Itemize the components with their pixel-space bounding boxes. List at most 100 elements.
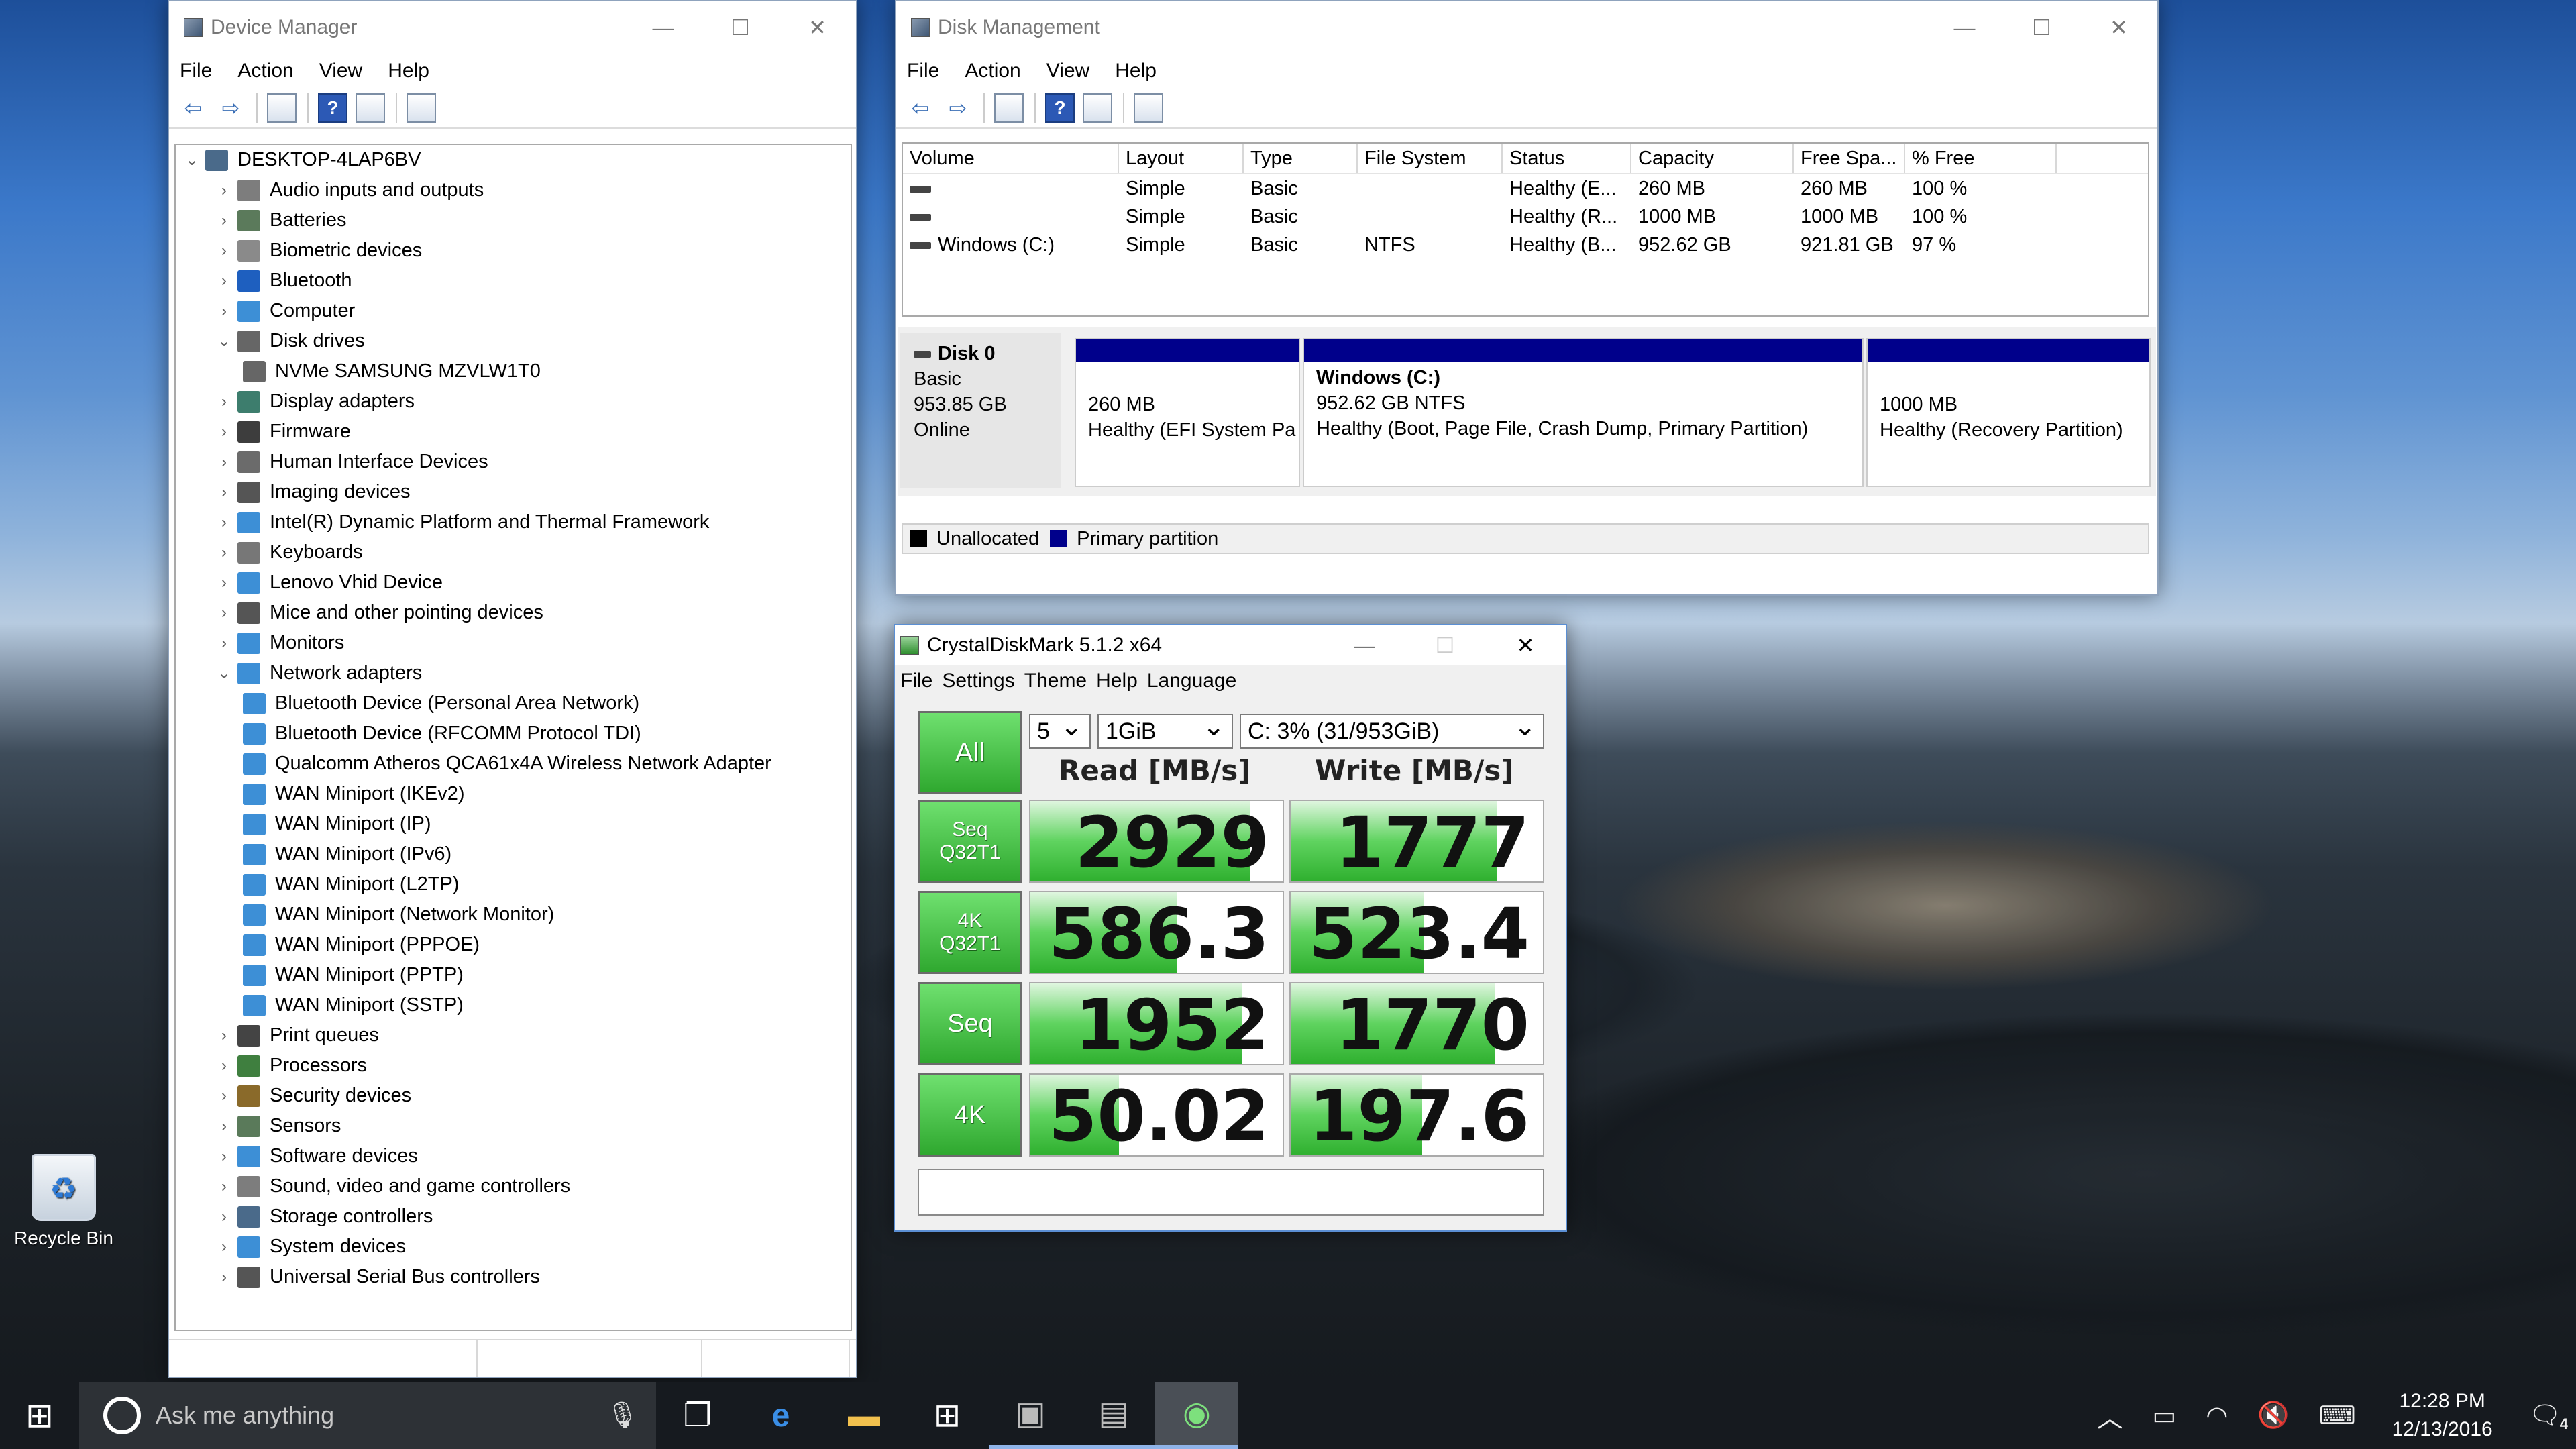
device-category[interactable]: ⌄ Network adapters bbox=[176, 658, 851, 688]
store-icon[interactable]: ⊞ bbox=[906, 1382, 989, 1449]
test-count-select[interactable]: 5 bbox=[1029, 711, 1091, 749]
disk-management-taskbar-icon[interactable]: ▤ bbox=[1072, 1382, 1155, 1449]
expand-icon[interactable]: › bbox=[211, 1057, 237, 1075]
microphone-icon[interactable]: 🎙 bbox=[606, 1401, 639, 1430]
expand-icon[interactable]: › bbox=[211, 241, 237, 260]
device-item[interactable]: WAN Miniport (SSTP) bbox=[176, 990, 851, 1020]
device-category[interactable]: › Keyboards bbox=[176, 537, 851, 568]
menu-file[interactable]: File bbox=[907, 60, 939, 83]
forward-arrow-icon[interactable]: ⇨ bbox=[943, 93, 973, 123]
column-file-system[interactable]: File System bbox=[1358, 144, 1503, 173]
device-item[interactable]: WAN Miniport (PPTP) bbox=[176, 960, 851, 990]
expand-icon[interactable]: › bbox=[211, 483, 237, 502]
volume-table[interactable]: Volume Layout Type File System Status Ca… bbox=[902, 142, 2149, 317]
device-tree[interactable]: ⌄ DESKTOP-4LAP6BV › Audio inputs and outp… bbox=[174, 144, 852, 1331]
column-free-space[interactable]: Free Spa... bbox=[1794, 144, 1905, 173]
column-percent-free[interactable]: % Free bbox=[1905, 144, 2057, 173]
device-category[interactable]: › Lenovo Vhid Device bbox=[176, 568, 851, 598]
test-button[interactable]: Seq bbox=[918, 982, 1022, 1065]
expand-icon[interactable]: › bbox=[211, 272, 237, 290]
scan-hardware-icon[interactable] bbox=[407, 93, 436, 123]
device-category[interactable]: › Biometric devices bbox=[176, 235, 851, 266]
device-category[interactable]: ⌄ Disk drives bbox=[176, 326, 851, 356]
menu-view[interactable]: View bbox=[319, 60, 362, 83]
close-button[interactable]: ✕ bbox=[2080, 1, 2157, 54]
device-category[interactable]: › Mice and other pointing devices bbox=[176, 598, 851, 628]
wifi-icon[interactable]: ◠ bbox=[2206, 1401, 2228, 1431]
menu-view[interactable]: View bbox=[1046, 60, 1089, 83]
touch-keyboard-icon[interactable]: ⌨ bbox=[2319, 1401, 2356, 1431]
expand-icon[interactable]: › bbox=[211, 1087, 237, 1106]
search-box[interactable]: Ask me anything 🎙 bbox=[79, 1382, 656, 1449]
expand-icon[interactable]: › bbox=[211, 453, 237, 472]
maximize-button[interactable]: ☐ bbox=[702, 1, 779, 54]
column-capacity[interactable]: Capacity bbox=[1631, 144, 1794, 173]
expand-icon[interactable]: › bbox=[211, 604, 237, 623]
expand-icon[interactable]: › bbox=[211, 423, 237, 441]
device-category[interactable]: › Computer bbox=[176, 296, 851, 326]
expand-icon[interactable]: › bbox=[211, 634, 237, 653]
device-category[interactable]: › Universal Serial Bus controllers bbox=[176, 1262, 851, 1292]
properties-icon[interactable] bbox=[1083, 93, 1112, 123]
menu-help[interactable]: Help bbox=[1115, 60, 1157, 83]
start-button[interactable]: ⊞ bbox=[0, 1382, 79, 1449]
partition-recovery[interactable]: 1000 MB Healthy (Recovery Partition) bbox=[1866, 338, 2151, 487]
device-category[interactable]: › Print queues bbox=[176, 1020, 851, 1051]
expand-icon[interactable]: › bbox=[211, 1026, 237, 1045]
test-size-select[interactable]: 1GiB bbox=[1097, 711, 1233, 749]
close-button[interactable]: ✕ bbox=[779, 1, 856, 54]
device-item[interactable]: Qualcomm Atheros QCA61x4A Wireless Netwo… bbox=[176, 749, 851, 779]
minimize-button[interactable]: — bbox=[1324, 625, 1405, 665]
menu-file[interactable]: File bbox=[180, 60, 212, 83]
column-layout[interactable]: Layout bbox=[1119, 144, 1244, 173]
device-category[interactable]: › Batteries bbox=[176, 205, 851, 235]
column-status[interactable]: Status bbox=[1503, 144, 1631, 173]
disk-management-titlebar[interactable]: Disk Management — ☐ ✕ bbox=[896, 1, 2157, 54]
show-hide-tree-icon[interactable] bbox=[267, 93, 297, 123]
maximize-button[interactable]: ☐ bbox=[2003, 1, 2080, 54]
expand-icon[interactable]: › bbox=[211, 392, 237, 411]
task-view-icon[interactable]: ❐ bbox=[656, 1382, 739, 1449]
expand-icon[interactable]: › bbox=[211, 1238, 237, 1256]
device-item[interactable]: Bluetooth Device (RFCOMM Protocol TDI) bbox=[176, 718, 851, 749]
device-manager-taskbar-icon[interactable]: ▣ bbox=[989, 1382, 1072, 1449]
expand-icon[interactable]: › bbox=[211, 543, 237, 562]
all-button[interactable]: All bbox=[918, 711, 1022, 794]
help-icon[interactable]: ? bbox=[318, 93, 347, 123]
disk-0-label[interactable]: Disk 0 Basic 953.85 GB Online bbox=[900, 333, 1061, 488]
expand-icon[interactable]: › bbox=[211, 1208, 237, 1226]
show-hidden-icons-icon[interactable]: ︿ bbox=[2097, 1397, 2123, 1434]
minimize-button[interactable]: — bbox=[1926, 1, 2003, 54]
expand-icon[interactable]: › bbox=[211, 513, 237, 532]
device-item[interactable]: WAN Miniport (Network Monitor) bbox=[176, 900, 851, 930]
device-category[interactable]: › Display adapters bbox=[176, 386, 851, 417]
device-category[interactable]: › Bluetooth bbox=[176, 266, 851, 296]
menu-action[interactable]: Action bbox=[237, 60, 293, 83]
device-item[interactable]: WAN Miniport (IPv6) bbox=[176, 839, 851, 869]
device-item[interactable]: Bluetooth Device (Personal Area Network) bbox=[176, 688, 851, 718]
device-item[interactable]: NVMe SAMSUNG MZVLW1T0 bbox=[176, 356, 851, 386]
recycle-bin[interactable]: Recycle Bin bbox=[7, 1154, 121, 1249]
drive-select[interactable]: C: 3% (31/953GiB) bbox=[1240, 711, 1544, 749]
device-category[interactable]: › Firmware bbox=[176, 417, 851, 447]
collapse-icon[interactable]: ⌄ bbox=[178, 150, 205, 170]
device-category[interactable]: › Security devices bbox=[176, 1081, 851, 1111]
expand-icon[interactable]: › bbox=[211, 1177, 237, 1196]
menu-file[interactable]: File bbox=[900, 669, 932, 692]
expand-icon[interactable]: › bbox=[211, 302, 237, 321]
partition-efi[interactable]: 260 MB Healthy (EFI System Pa bbox=[1075, 338, 1300, 487]
tree-root[interactable]: ⌄ DESKTOP-4LAP6BV bbox=[176, 145, 851, 175]
crystaldiskmark-titlebar[interactable]: CrystalDiskMark 5.1.2 x64 — ☐ ✕ bbox=[895, 625, 1566, 665]
device-item[interactable]: WAN Miniport (PPPOE) bbox=[176, 930, 851, 960]
expand-icon[interactable]: › bbox=[211, 181, 237, 200]
device-category[interactable]: › Monitors bbox=[176, 628, 851, 658]
column-volume[interactable]: Volume bbox=[903, 144, 1119, 173]
device-category[interactable]: › Intel(R) Dynamic Platform and Thermal F… bbox=[176, 507, 851, 537]
clock[interactable]: 12:28 PM 12/13/2016 bbox=[2392, 1387, 2493, 1444]
collapse-icon[interactable]: ⌄ bbox=[211, 663, 237, 683]
properties-icon[interactable] bbox=[356, 93, 385, 123]
close-button[interactable]: ✕ bbox=[1485, 625, 1566, 665]
device-category[interactable]: › Software devices bbox=[176, 1141, 851, 1171]
minimize-button[interactable]: — bbox=[625, 1, 702, 54]
device-category[interactable]: › Human Interface Devices bbox=[176, 447, 851, 477]
